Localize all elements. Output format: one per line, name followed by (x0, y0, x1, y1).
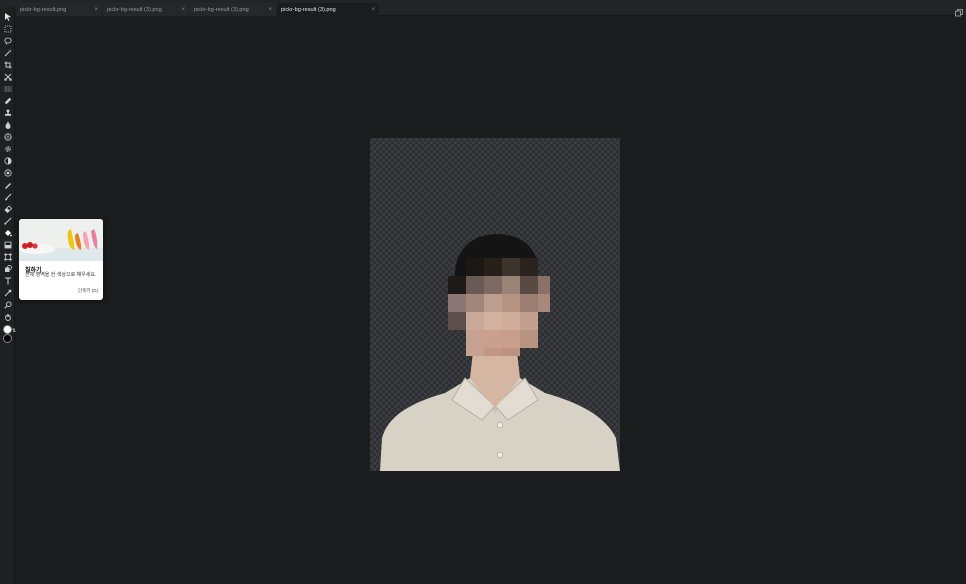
pen-icon[interactable] (2, 179, 13, 190)
gradient-line-icon[interactable] (2, 215, 13, 226)
tab-label: pickr-bg-result.png (20, 6, 67, 13)
magic-wand-icon[interactable] (2, 47, 13, 58)
close-icon[interactable]: × (90, 7, 98, 13)
paint-bucket-icon[interactable] (2, 227, 13, 238)
transform-icon[interactable] (2, 251, 13, 262)
tab-label: pickr-bg-result (3).png (281, 6, 336, 13)
document-tab[interactable]: pickr-bg-result (3).png × (103, 3, 189, 16)
foreground-color-swatch[interactable] (3, 325, 12, 334)
crop-icon[interactable] (2, 59, 13, 70)
zoom-icon[interactable] (2, 299, 13, 310)
pattern-icon[interactable] (2, 83, 13, 94)
app-window: pickr-bg-result.png × pickr-bg-result (3… (0, 0, 966, 584)
document-tab[interactable]: pickr-bg-result (3).png × (190, 3, 276, 16)
close-icon[interactable]: × (264, 7, 272, 13)
target-icon[interactable] (2, 167, 13, 178)
move-icon[interactable] (2, 11, 13, 22)
document-tab-active[interactable]: pickr-bg-result (3).png × (277, 3, 379, 16)
eraser-icon[interactable] (2, 203, 13, 214)
tooltip-description: 전체 영역을 한 색상으로 채우세요. (25, 272, 97, 278)
window-restore-icon[interactable] (955, 4, 963, 17)
close-icon[interactable]: × (367, 7, 375, 13)
brush-icon[interactable] (2, 191, 13, 202)
drop-icon[interactable] (2, 119, 13, 130)
tab-label: pickr-bg-result (3).png (107, 6, 162, 13)
background-color-swatch[interactable] (3, 334, 12, 343)
cutout-photo (380, 234, 620, 471)
document-canvas[interactable] (370, 138, 620, 471)
layer-fill-icon[interactable] (2, 239, 13, 250)
shape-icon[interactable] (2, 263, 13, 274)
document-tab[interactable]: pickr-bg-result.png × (16, 3, 102, 16)
eyedropper-icon[interactable] (2, 287, 13, 298)
tab-bar: pickr-bg-result.png × pickr-bg-result (3… (0, 0, 966, 17)
slice-icon[interactable] (2, 71, 13, 82)
sphere-icon[interactable] (2, 131, 13, 142)
hand-icon[interactable] (2, 311, 13, 322)
tools-panel: ⇅ (0, 7, 16, 584)
close-icon[interactable]: × (177, 7, 185, 13)
tooltip-preview-image (19, 219, 103, 261)
lasso-icon[interactable] (2, 35, 13, 46)
gear-icon[interactable] (2, 143, 13, 154)
tab-label: pickr-bg-result (3).png (194, 6, 249, 13)
tooltip-shortcut: 단축키 (G) (78, 288, 99, 293)
swap-colors-icon[interactable]: ⇅ (12, 329, 16, 337)
clone-stamp-icon[interactable] (2, 107, 13, 118)
marquee-icon[interactable] (2, 23, 13, 34)
contrast-icon[interactable] (2, 155, 13, 166)
type-icon[interactable] (2, 275, 13, 286)
healing-brush-icon[interactable] (2, 95, 13, 106)
